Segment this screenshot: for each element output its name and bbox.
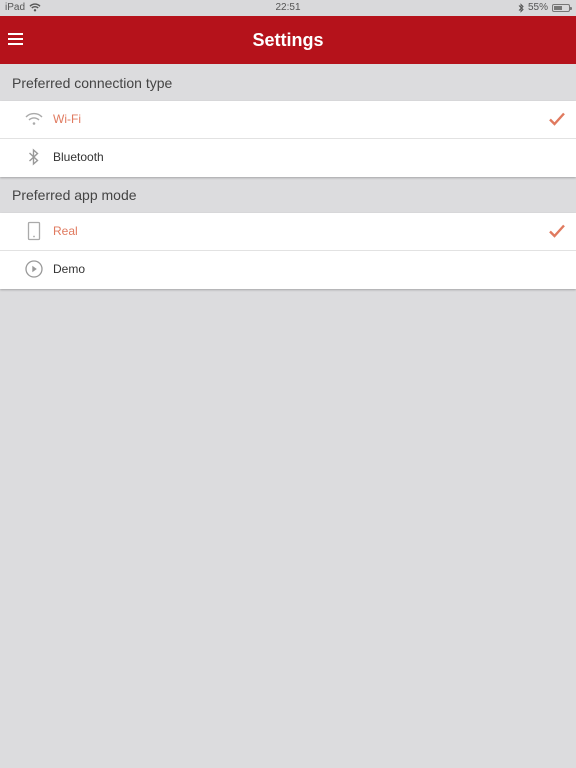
option-demo[interactable]: Demo [0, 251, 576, 289]
connection-options: Wi-Fi Bluetooth [0, 101, 576, 177]
status-time: 22:51 [275, 2, 301, 13]
battery-percent: 55% [527, 2, 548, 13]
option-bluetooth[interactable]: Bluetooth [0, 139, 576, 177]
checkmark-icon [549, 224, 565, 238]
nav-bar: Settings [0, 16, 576, 64]
checkmark-icon [549, 112, 565, 126]
option-label: Bluetooth [53, 150, 104, 164]
connection-section-header: Preferred connection type [12, 75, 173, 91]
battery-level [554, 5, 562, 10]
page-title: Settings [252, 30, 324, 50]
option-wifi[interactable]: Wi-Fi [0, 101, 576, 139]
option-label: Demo [53, 262, 86, 276]
bluetooth-icon [29, 148, 39, 166]
wifi-icon [25, 112, 43, 125]
bluetooth-status-icon [518, 2, 524, 13]
status-bar: iPad 22:51 55% [0, 0, 576, 16]
option-real[interactable]: Real [0, 213, 576, 251]
phone-icon [27, 221, 41, 241]
app-mode-section-header: Preferred app mode [12, 187, 137, 203]
app-mode-options: Real Demo [0, 213, 576, 289]
play-circle-icon [25, 260, 43, 278]
battery-icon [552, 3, 572, 12]
option-label: Real [53, 224, 78, 238]
option-label: Wi-Fi [53, 112, 81, 126]
